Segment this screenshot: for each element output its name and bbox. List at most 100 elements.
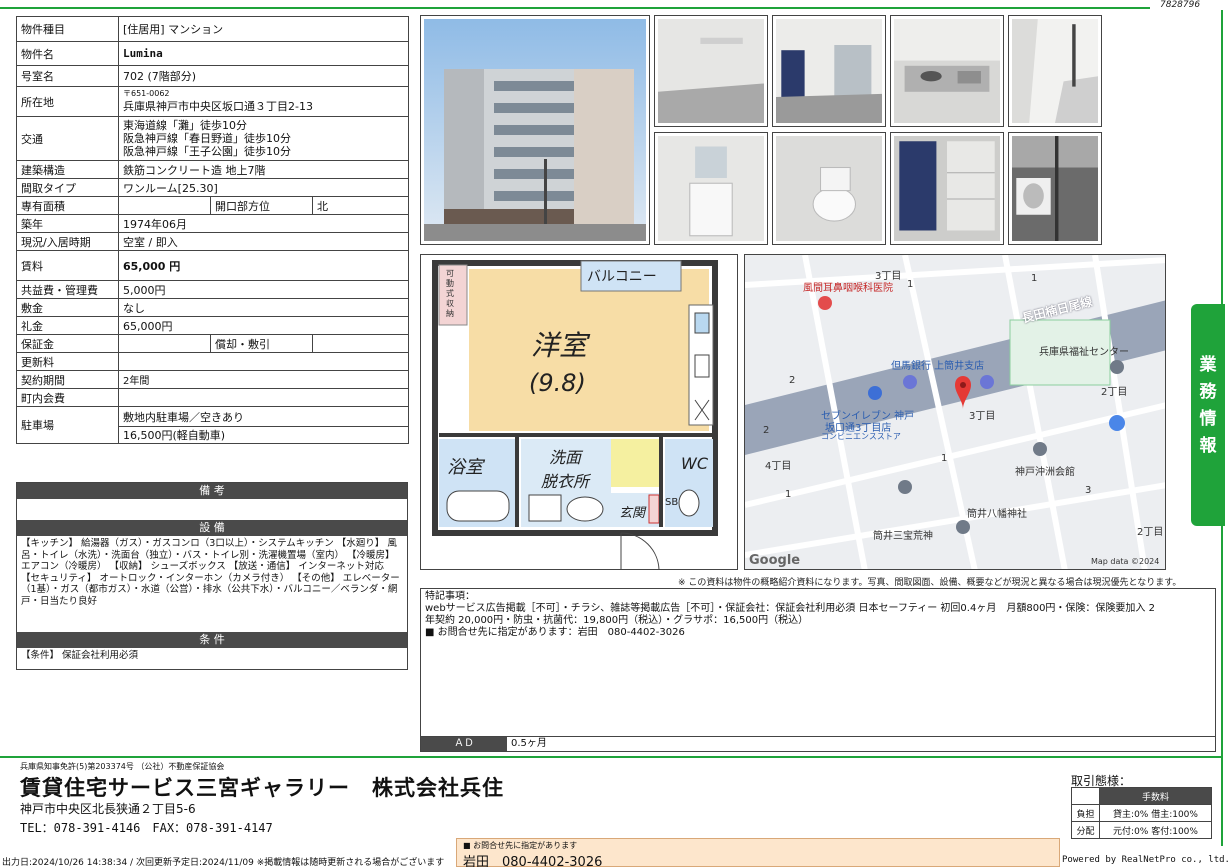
side-tab-char: 業 [1199, 355, 1217, 375]
joken-body: 【条件】 保証会社利用必須 [21, 650, 139, 661]
room-photo-7[interactable] [890, 132, 1004, 245]
storage-char: 動 [446, 279, 454, 288]
room-photo-1[interactable] [654, 15, 768, 127]
built-value: 1974年06月 [117, 214, 410, 233]
ad-row: ＡＤ 0.5ヶ月 [421, 736, 1215, 751]
row-type: 物件種目 [住居用] マンション [16, 16, 410, 42]
guarantee-value [118, 334, 211, 353]
rent-value: 65,000 円 [117, 250, 410, 281]
contact-value: 岩田 080-4402-3026 [463, 855, 603, 867]
area-value [118, 196, 211, 215]
structure-value: 鉄筋コンクリート造 地上7階 [117, 160, 410, 179]
facing-label: 開口部方位 [210, 196, 313, 215]
map-label: 3丁目 [969, 411, 996, 422]
joken-header: 条 件 [17, 632, 407, 648]
row-fee: 共益費・管理費 5,000円 [16, 280, 410, 299]
license-text: 兵庫県知事免許(5)第203374号 （公社）不動産保証協会 [20, 762, 225, 771]
map-roads [745, 255, 1165, 569]
ad-value: 0.5ヶ月 [511, 738, 547, 749]
row-parking-1: 駐車場 敷地内駐車場／空きあり [16, 406, 410, 444]
row-key-money: 礼金 65,000円 [16, 316, 410, 335]
remarks-box: 備 考 設 備 【キッチン】 給湯器（ガス）・ガスコンロ（3口以上）・システムキ… [16, 482, 408, 670]
access-line: 阪急神戸線「王子公園」徒歩10分 [123, 145, 291, 158]
contact-bar: ■ お問合せ先に指定があります 岩田 080-4402-3026 [456, 838, 1060, 867]
renewal-value [117, 352, 410, 371]
row-renewal: 更新料 [16, 352, 410, 371]
map-label: 1 [907, 279, 914, 290]
room-photo-8[interactable] [1008, 132, 1102, 245]
notes-line: webサービス広告掲載［不可］・チラシ、雑誌等掲載広告［不可］・保証会社：保証会… [425, 603, 1155, 614]
row-layout: 間取タイプ ワンルーム[25.30] [16, 178, 410, 197]
row-address: 所在地 〒651-0062 兵庫県神戸市中央区坂口通３丁目2-13 [16, 86, 410, 117]
room-photo-5[interactable] [654, 132, 768, 245]
ad-label: ＡＤ [421, 737, 507, 751]
map-data-credit: Map data ©2024 [1091, 557, 1160, 566]
map-label: 2 [763, 425, 770, 436]
room-photo-4[interactable] [1008, 15, 1102, 127]
company-tel-fax: TEL：078-391-4146 FAX：078-391-4147 [20, 821, 273, 835]
document-id: 7828796 [1160, 0, 1201, 10]
storage-char: 納 [446, 308, 454, 318]
row-status: 現況/入居時期 空室 / 即入 [16, 232, 410, 251]
map-label: 1 [941, 453, 948, 464]
room-photo-3[interactable] [890, 15, 1004, 127]
room-label: 洋室 [531, 329, 591, 362]
fee-table: 手数料 負担 貸主:0% 借主:100% 分配 元付:0% 客付:100% [1071, 787, 1212, 839]
notes-box: 特記事項： webサービス広告掲載［不可］・チラシ、雑誌等掲載広告［不可］・保証… [420, 588, 1216, 752]
map-label: 2丁目 [1101, 387, 1128, 398]
notes-line: ■ お問合せ先に指定があります：岩田 080-4402-3026 [425, 627, 685, 638]
facing-value: 北 [311, 196, 410, 215]
status-value: 空室 / 即入 [117, 232, 410, 251]
notes-line: 年契約 20,000円・防虫・抗菌代：19,800円（税込）・グラサポ：16,5… [425, 615, 809, 626]
bikou-body [17, 499, 407, 520]
fee-label: 共益費・管理費 [16, 280, 119, 299]
key-money-value: 65,000円 [117, 316, 410, 335]
company-name: 賃貸住宅サービス三宮ギャラリー 株式会社兵住 [20, 776, 504, 800]
room-photo-6[interactable] [772, 132, 886, 245]
location-map[interactable]: 3丁目 風間耳鼻咽喉科医院 1 1 長田楠日尾線 兵庫県福祉センター 但馬銀行 … [744, 254, 1166, 570]
contact-note: ■ お問合せ先に指定があります [463, 841, 578, 850]
floor-plan-drawing: 可 動 式 収 納 バルコニー 洋室 (9.8) 浴室 洗面 脱衣所 WC 玄関… [432, 260, 718, 569]
haibun-value: 元付:0% 客付:100% [1099, 821, 1212, 839]
business-info-tab[interactable]: 業 務 情 報 [1191, 304, 1225, 526]
balcony-label: バルコニー [587, 269, 657, 285]
access-line: 阪急神戸線「春日野道」徒歩10分 [123, 132, 291, 145]
area-label: 専有面積 [16, 196, 119, 215]
map-label: 3 [1085, 485, 1092, 496]
room-image [658, 19, 764, 123]
sb-label: SB [665, 497, 678, 508]
row-room: 号室名 702 (7階部分) [16, 65, 410, 87]
room-value: 702 (7階部分) [117, 65, 410, 87]
room-image [776, 19, 882, 123]
futan-value: 貸主:0% 借主:100% [1099, 804, 1212, 822]
row-name: 物件名 Lumina [16, 41, 410, 66]
guarantee-label: 保証金 [16, 334, 119, 353]
floor-plan: 可 動 式 収 納 バルコニー 洋室 (9.8) 浴室 洗面 脱衣所 WC 玄関… [420, 254, 738, 570]
entrance-label: 玄関 [619, 506, 647, 521]
map-label: コンビニエンスストア [821, 432, 901, 441]
deposit-value: なし [117, 298, 410, 317]
layout-label: 間取タイプ [16, 178, 119, 197]
notes-title: 特記事項： [425, 591, 475, 602]
room-image [658, 136, 764, 241]
disclaimer-text: ※ この資料は物件の概略紹介資料になります。写真、間取図面、設備、概要などが現況… [678, 578, 1182, 588]
storage-char: 式 [446, 288, 454, 298]
rent-label: 賃料 [16, 250, 119, 281]
bath-label: 浴室 [447, 457, 486, 478]
row-community: 町内会費 [16, 388, 410, 407]
room-photo-2[interactable] [772, 15, 886, 127]
fee-header: 手数料 [1099, 787, 1212, 805]
haibun-label: 分配 [1071, 821, 1100, 839]
contract-label: 契約期間 [16, 370, 119, 389]
layout-value: ワンルーム[25.30] [117, 178, 410, 197]
parking-value-2: 16,500円(軽自動車) [117, 426, 410, 444]
status-label: 現況/入居時期 [16, 232, 119, 251]
building-photo[interactable] [420, 15, 650, 245]
side-tab-char: 報 [1199, 436, 1217, 456]
room-image [1012, 19, 1098, 123]
parking-label: 駐車場 [16, 406, 119, 444]
type-value: [住居用] マンション [117, 16, 410, 42]
side-tab-char: 情 [1199, 409, 1217, 429]
map-label: 2 [789, 375, 796, 386]
property-table: 物件種目 [住居用] マンション 物件名 Lumina 号室名 702 (7階部分) … [16, 16, 410, 444]
